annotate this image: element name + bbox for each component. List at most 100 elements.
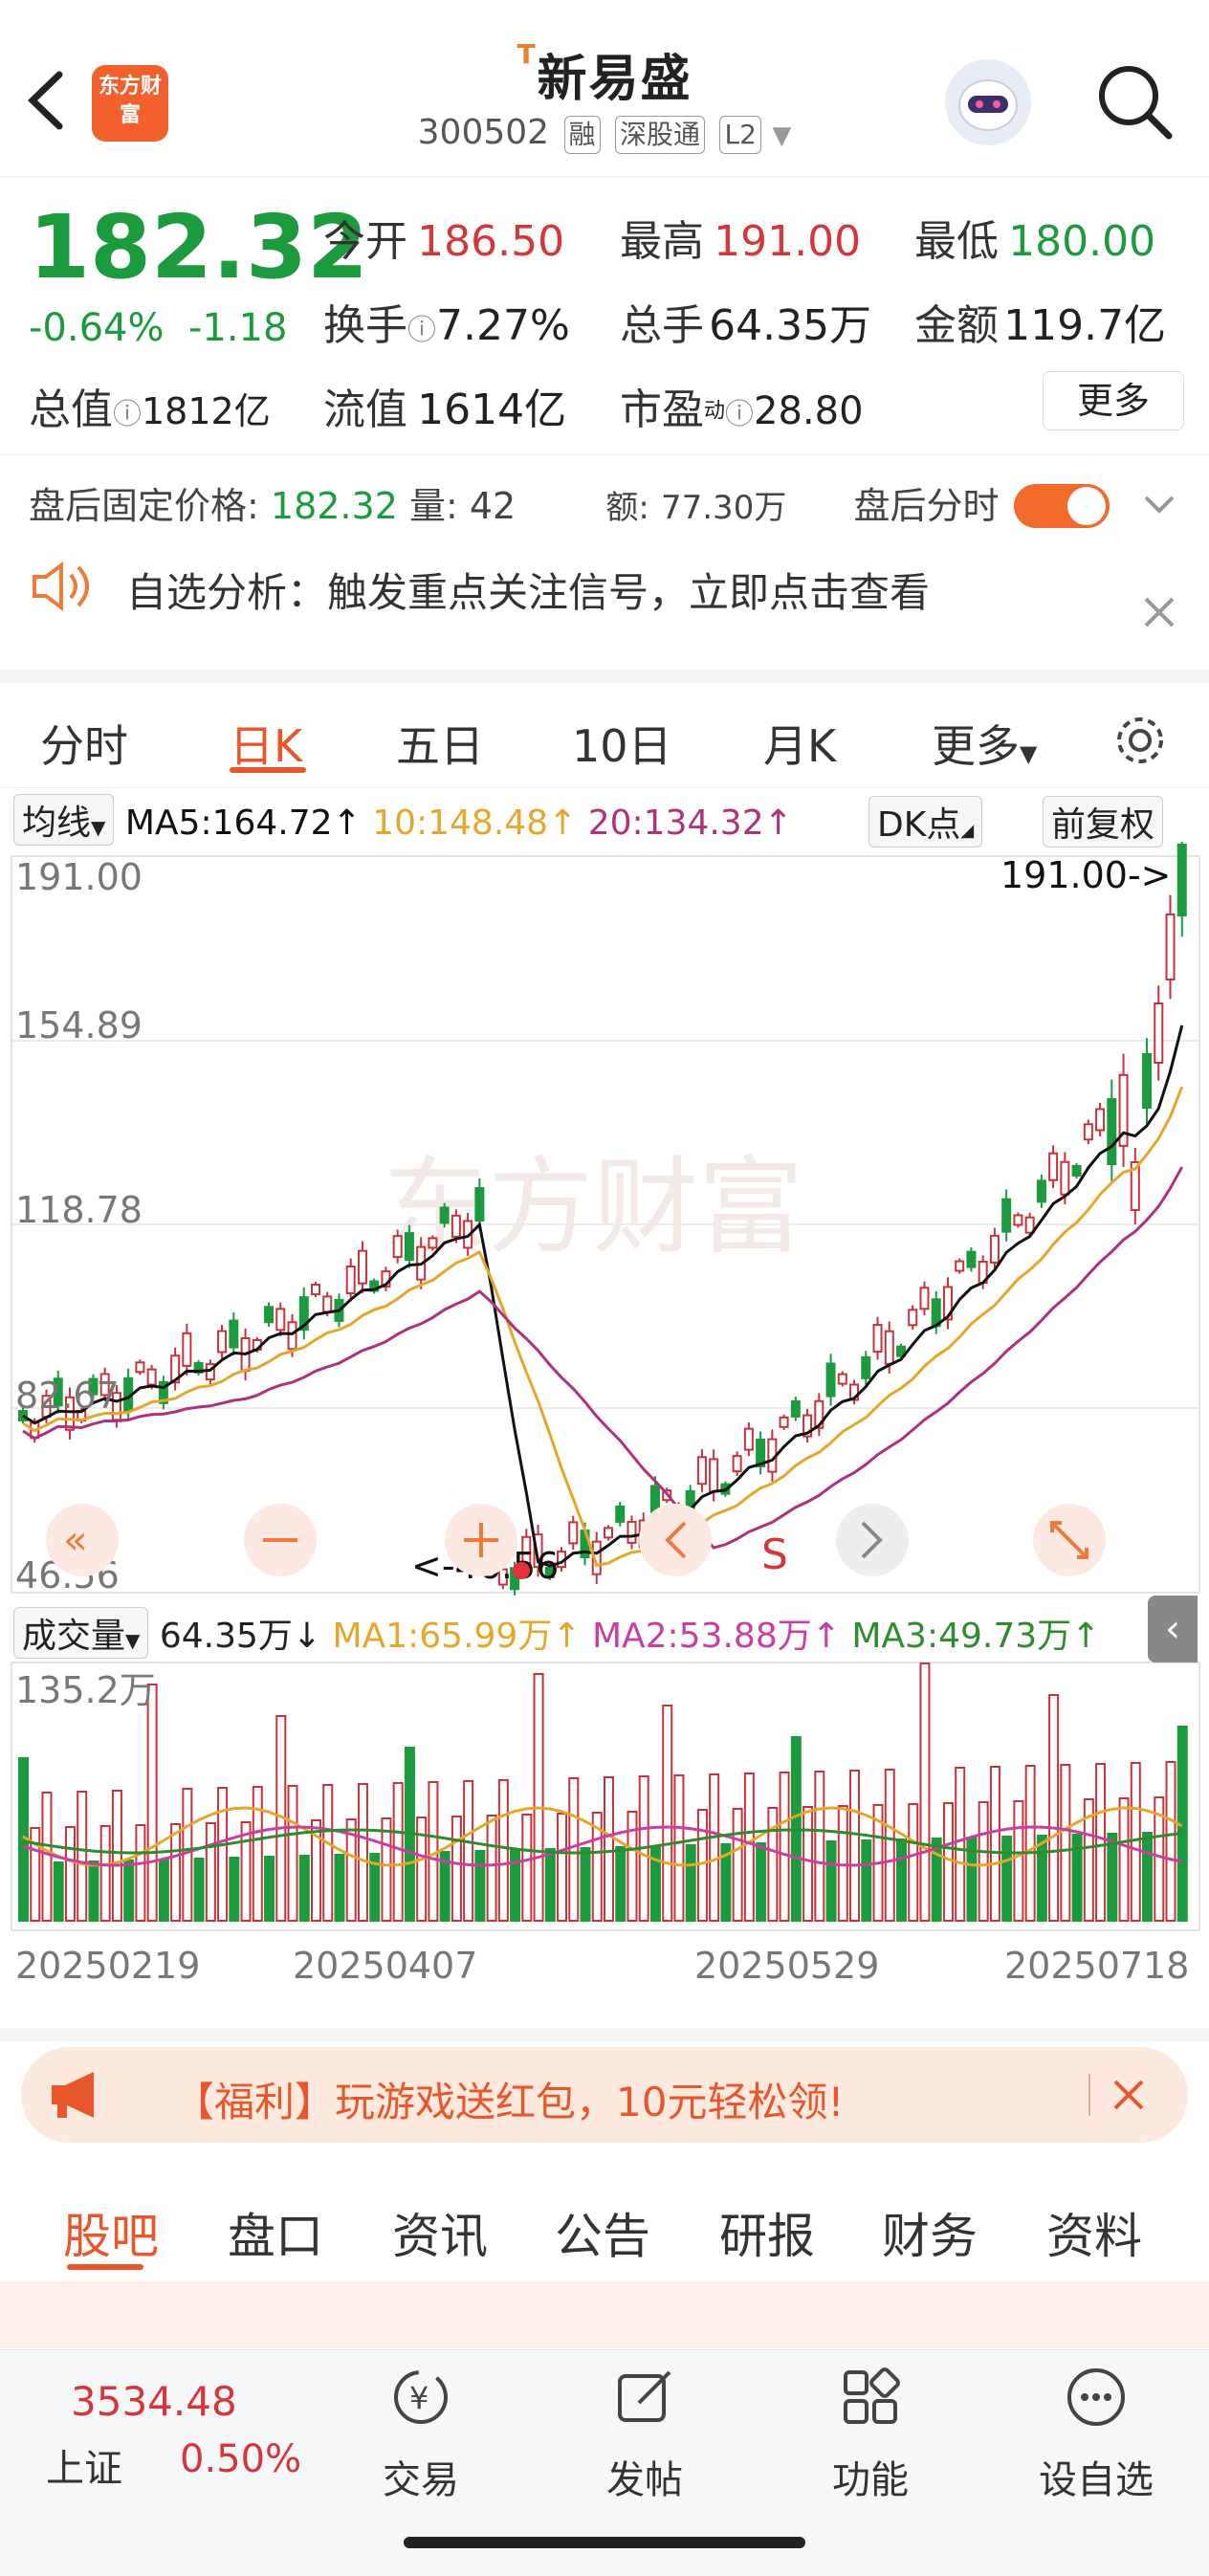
ma10-value: 10:148.48↑ xyxy=(372,804,578,843)
tab-forum[interactable]: 股吧 xyxy=(63,2198,159,2267)
vol-ma3: MA3:49.73万↑ xyxy=(851,1617,1101,1656)
high-label: 最高 xyxy=(620,217,704,266)
turnover-field: 换手ⓘ7.27% xyxy=(323,291,570,352)
sell-mark: S xyxy=(761,1530,788,1579)
volume-bar xyxy=(111,1790,122,1922)
close-icon[interactable] xyxy=(1110,2076,1148,2114)
candle-body xyxy=(439,1206,450,1224)
volume-bar xyxy=(1001,1836,1013,1922)
index-name[interactable]: 上证 xyxy=(46,2437,122,2493)
close-icon[interactable] xyxy=(1140,593,1178,631)
tab-news[interactable]: 资讯 xyxy=(392,2198,488,2267)
candle-body xyxy=(1013,1214,1023,1226)
volume-bar xyxy=(989,1766,1000,1922)
volume-bar xyxy=(896,1838,907,1922)
tab-daily[interactable]: 日K xyxy=(230,712,302,775)
post-button[interactable]: 发帖 xyxy=(568,2363,721,2504)
volume-bar xyxy=(533,1673,544,1922)
info-icon[interactable]: ⓘ xyxy=(725,398,754,431)
candle-body xyxy=(322,1295,333,1313)
index-value[interactable]: 3534.48 xyxy=(71,2378,237,2425)
y-label-3: 118.78 xyxy=(15,1189,143,1231)
scroll-right-button[interactable] xyxy=(836,1504,909,1576)
turnover-value: 7.27% xyxy=(436,301,570,350)
tab-intraday[interactable]: 分时 xyxy=(40,712,128,775)
volume-bar xyxy=(99,1825,111,1922)
kline-chart[interactable]: 东方财富 191.00 154.89 118.78 82.67 46.56 19… xyxy=(0,842,1209,2037)
pe-sup: 动 xyxy=(704,399,726,424)
volume-bar xyxy=(814,1771,825,1922)
candle-body xyxy=(217,1330,228,1354)
volume-bar xyxy=(416,1816,428,1922)
volume-bar xyxy=(1095,1763,1107,1922)
mcap-label: 总值 xyxy=(29,385,113,434)
tab-more[interactable]: 更多▼ xyxy=(932,712,1037,775)
info-icon[interactable]: ⓘ xyxy=(407,314,436,347)
collapse-panel-button[interactable]: ‹ xyxy=(1148,1596,1198,1662)
megaphone-icon xyxy=(52,2072,94,2118)
y-axis-labels: 191.00 154.89 118.78 82.67 46.56 xyxy=(15,856,143,1596)
promo-text[interactable]: 【福利】玩游戏送红包，10元轻松领! xyxy=(174,2070,844,2128)
candle-body xyxy=(825,1362,836,1398)
candle-body xyxy=(872,1324,883,1354)
more-button[interactable]: 更多 xyxy=(1043,371,1184,430)
volume-bar xyxy=(696,1809,708,1922)
candle-body xyxy=(182,1332,192,1367)
date-label-4: 20250718 xyxy=(1004,1945,1189,1987)
mcap-field: 总值ⓘ1812亿 xyxy=(29,375,271,436)
tab-profile[interactable]: 资料 xyxy=(1046,2198,1142,2267)
edit-icon xyxy=(618,2370,671,2422)
tab-research[interactable]: 研报 xyxy=(719,2198,815,2267)
candle-body xyxy=(229,1319,239,1349)
candle-body xyxy=(357,1249,367,1285)
tab-finance[interactable]: 财务 xyxy=(882,2198,978,2267)
y-label-1: 191.00 xyxy=(15,856,143,898)
volume-bar xyxy=(64,1826,76,1922)
tab-10day[interactable]: 10日 xyxy=(572,712,672,775)
tab-monthly[interactable]: 月K xyxy=(763,712,836,775)
tab-5day[interactable]: 五日 xyxy=(396,712,484,775)
chevron-down-icon[interactable] xyxy=(1140,490,1178,518)
price-change: -0.64% -1.18 xyxy=(29,306,287,350)
dk-point-button[interactable]: DK点◢ xyxy=(868,796,983,848)
candle-body xyxy=(1001,1198,1012,1233)
volume-selector[interactable]: 成交量▼ xyxy=(13,1607,149,1659)
volume-bar xyxy=(357,1783,368,1922)
alert-text[interactable]: 自选分析：触发重点关注信号，立即点击查看 xyxy=(126,561,930,619)
volume-bar xyxy=(1024,1765,1036,1922)
float-label: 流值 xyxy=(323,385,407,434)
candle-body xyxy=(1095,1108,1106,1132)
after-qty-value: 42 xyxy=(469,485,517,527)
post-label: 发帖 xyxy=(606,2458,683,2502)
candle-body xyxy=(1142,1053,1153,1109)
trade-button[interactable]: ¥ 交易 xyxy=(344,2363,497,2504)
tab-announcements[interactable]: 公告 xyxy=(555,2198,650,2267)
candle-body xyxy=(1036,1179,1046,1203)
candle-body xyxy=(966,1250,977,1268)
candle-body xyxy=(392,1235,403,1259)
scroll-left-button[interactable] xyxy=(639,1504,712,1576)
volume-bar xyxy=(1130,1762,1141,1922)
volume-bar xyxy=(334,1854,345,1922)
ma-selector[interactable]: 均线▼ xyxy=(13,794,115,846)
date-axis: 20250219 20250407 20250529 20250718 xyxy=(15,1945,1189,1987)
stock-mark: T xyxy=(517,38,538,70)
index-change[interactable]: 0.50% xyxy=(180,2437,301,2481)
add-watchlist-button[interactable]: 设自选 xyxy=(1020,2363,1173,2504)
candle-body xyxy=(1048,1152,1059,1181)
search-icon[interactable] xyxy=(1090,57,1176,143)
adjust-button[interactable]: 前复权 xyxy=(1043,796,1164,848)
gear-icon[interactable] xyxy=(1110,710,1171,771)
volume-bar xyxy=(1107,1833,1118,1922)
volume-bar xyxy=(779,1772,790,1922)
tab-orderbook[interactable]: 盘口 xyxy=(228,2198,323,2267)
candle-body xyxy=(428,1237,438,1249)
after-hours-toggle[interactable] xyxy=(1014,484,1110,528)
volume-bar xyxy=(229,1857,240,1922)
volume-bar xyxy=(978,1801,989,1922)
functions-button[interactable]: 功能 xyxy=(794,2363,947,2504)
info-icon[interactable]: ⓘ xyxy=(113,398,142,431)
assistant-robot-icon[interactable] xyxy=(945,59,1031,145)
open-label: 今开 xyxy=(323,217,407,266)
candle-body xyxy=(919,1287,930,1310)
